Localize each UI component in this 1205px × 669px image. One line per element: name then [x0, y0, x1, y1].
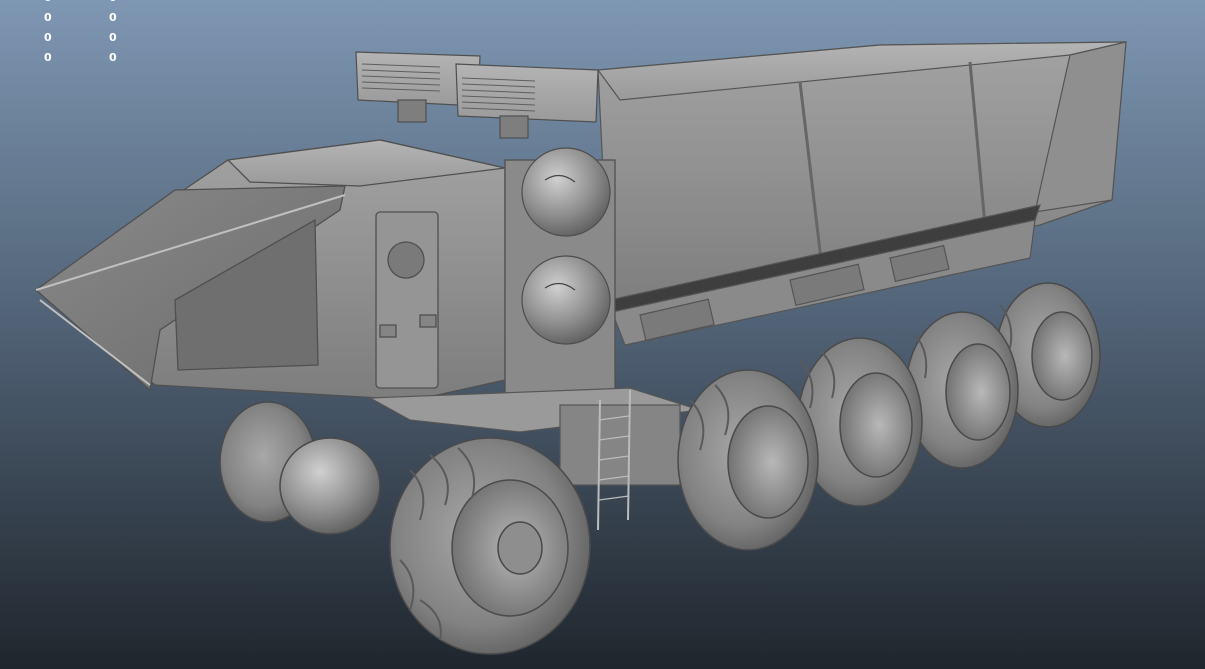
rear-wheels-far-side: [219, 401, 381, 535]
hud-value: 0: [44, 51, 52, 64]
hud-row: 0 0: [0, 0, 140, 5]
hud-value: 0: [44, 31, 52, 44]
hud-value: 0: [44, 0, 52, 4]
front-wheel: [389, 437, 591, 655]
hud-value: 0: [44, 11, 52, 24]
hud-value: 0: [109, 31, 117, 44]
maya-viewport[interactable]: 0 0 0 0 0 0 0 0: [0, 0, 1205, 669]
hud-row: 0 0: [0, 31, 140, 45]
hud-value: 0: [109, 51, 117, 64]
rear-wheels-right-side: [677, 282, 1101, 551]
hud-row: 0 0: [0, 11, 140, 25]
hud-value: 0: [109, 0, 117, 4]
hud-value: 0: [109, 11, 117, 24]
roof-vent-units: [355, 51, 599, 139]
hud-row: 0 0: [0, 51, 140, 65]
hud-readout: 0 0 0 0 0 0 0 0: [0, 0, 140, 70]
rover-vehicle-model[interactable]: [0, 0, 1205, 669]
